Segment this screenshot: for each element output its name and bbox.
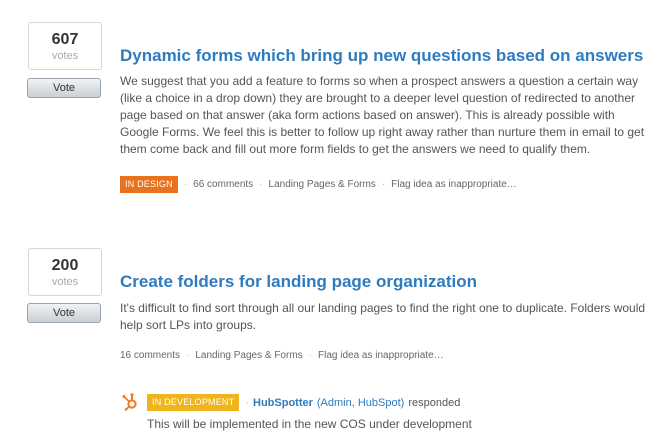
vote-count-box: 200 votes — [28, 248, 102, 296]
vote-count-box: 607 votes — [28, 22, 102, 70]
separator: · — [245, 396, 249, 409]
response-header: IN DEVELOPMENT · HubSpotter (Admin, HubS… — [147, 394, 460, 411]
status-badge: IN DEVELOPMENT — [147, 394, 240, 411]
flag-link[interactable]: Flag idea as inappropriate… — [318, 350, 444, 361]
idea-description: It's difficult to find sort through all … — [120, 301, 646, 332]
separator: · — [186, 350, 190, 361]
status-badge: IN DESIGN — [120, 176, 178, 193]
idea-description: We suggest that you add a feature to for… — [120, 74, 645, 156]
vote-count: 200 — [51, 257, 79, 274]
category-link[interactable]: Landing Pages & Forms — [195, 350, 302, 361]
separator: · — [381, 179, 386, 190]
idea-meta: 16 comments · Landing Pages & Forms · Fl… — [120, 350, 444, 361]
vote-button[interactable]: Vote — [27, 78, 101, 98]
responder-role: (Admin, HubSpot) — [316, 396, 405, 409]
separator: · — [308, 350, 312, 361]
separator: · — [183, 179, 188, 190]
response-action: responded — [408, 396, 461, 409]
responder-name[interactable]: HubSpotter — [253, 397, 313, 409]
category-link[interactable]: Landing Pages & Forms — [269, 179, 376, 190]
flag-link[interactable]: Flag idea as inappropriate… — [391, 179, 517, 190]
votes-label: votes — [51, 276, 79, 288]
idea-title[interactable]: Create folders for landing page organiza… — [120, 272, 477, 292]
response-text: This will be implemented in the new COS … — [147, 417, 472, 431]
hubspot-sprocket-icon — [120, 391, 140, 411]
votes-label: votes — [51, 50, 79, 62]
idea-meta: IN DESIGN · 66 comments · Landing Pages … — [120, 176, 517, 193]
vote-count: 607 — [51, 31, 79, 48]
comments-link[interactable]: 16 comments — [120, 350, 180, 361]
comments-link[interactable]: 66 comments — [193, 179, 253, 190]
idea-title[interactable]: Dynamic forms which bring up new questio… — [120, 46, 643, 66]
vote-button[interactable]: Vote — [27, 303, 101, 323]
separator: · — [259, 179, 263, 190]
